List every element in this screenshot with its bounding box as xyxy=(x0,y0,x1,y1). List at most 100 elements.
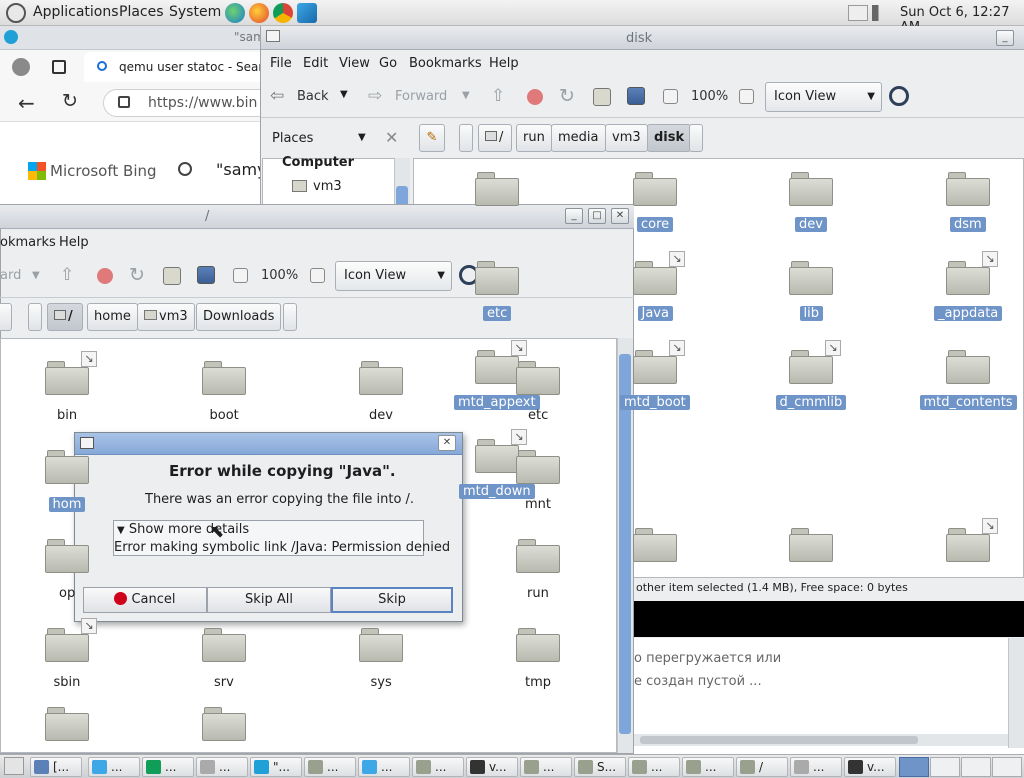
forward-dropdown-icon[interactable]: ▼ xyxy=(32,270,40,281)
skip-all-button[interactable]: Skip All xyxy=(207,587,331,613)
home-icon[interactable] xyxy=(593,88,611,106)
crumb-right-arrow[interactable] xyxy=(283,303,297,331)
disk-item-label[interactable]: dev xyxy=(795,217,827,232)
workspace-pager-4[interactable] xyxy=(992,757,1022,777)
disk-item-label[interactable]: etc xyxy=(483,306,512,321)
crumb-root[interactable]: / xyxy=(478,124,512,152)
computer-icon[interactable] xyxy=(197,266,215,284)
reload-icon[interactable]: ↻ xyxy=(559,85,575,107)
forward-button[interactable]: ard xyxy=(0,268,21,283)
disk-item-extra-1-folder-icon[interactable] xyxy=(789,528,833,562)
minimize-button[interactable]: _ xyxy=(996,30,1014,46)
root-item-6-folder-icon[interactable] xyxy=(45,539,89,573)
system-menu[interactable]: System xyxy=(169,4,221,20)
back-arrow-icon[interactable]: ⇦ xyxy=(270,86,284,106)
taskbar-task[interactable]: / xyxy=(736,757,788,777)
firefox-launcher-icon[interactable] xyxy=(249,3,269,23)
root-item-11-folder-icon[interactable] xyxy=(516,628,560,662)
computer-icon[interactable] xyxy=(627,87,645,105)
workspace-pager-2[interactable] xyxy=(930,757,960,777)
root-item-label[interactable]: etc xyxy=(528,408,548,423)
reload-icon[interactable]: ↻ xyxy=(129,264,145,286)
places-dropdown-icon[interactable]: ▼ xyxy=(358,132,366,143)
disk-item-4-folder-icon[interactable] xyxy=(475,261,519,295)
crumb-vm3[interactable]: vm3 xyxy=(605,124,648,152)
back-arrow-icon[interactable]: ← xyxy=(18,91,35,115)
root-item-label[interactable]: run xyxy=(527,586,549,601)
root-item-label[interactable]: srv xyxy=(214,675,234,690)
disk-item-label[interactable]: _appdata xyxy=(934,306,1003,321)
zoom-in-icon[interactable] xyxy=(310,268,325,283)
taskbar-task[interactable]: ... xyxy=(520,757,572,777)
skip-button[interactable]: Skip xyxy=(331,587,453,613)
root-item-5-folder-icon[interactable] xyxy=(516,450,560,484)
taskbar-task[interactable]: "... xyxy=(250,757,302,777)
maximize-button[interactable]: □ xyxy=(588,208,606,224)
disk-item-label[interactable]: mtd_down xyxy=(459,484,535,499)
menu-file[interactable]: File xyxy=(270,56,292,71)
disk-item-6-folder-icon[interactable] xyxy=(789,261,833,295)
taskbar-task[interactable]: ... xyxy=(682,757,734,777)
taskbar-task[interactable]: ... xyxy=(88,757,140,777)
minimize-button[interactable]: _ xyxy=(565,208,583,224)
back-dropdown-icon[interactable]: ▼ xyxy=(340,89,348,100)
crumb-disk[interactable]: disk xyxy=(647,124,692,152)
crumb-root[interactable]: / xyxy=(47,303,83,331)
places-label[interactable]: Places xyxy=(272,131,313,146)
forward-button[interactable]: Forward xyxy=(395,89,447,104)
root-item-1-folder-icon[interactable] xyxy=(202,361,246,395)
places-menu[interactable]: Places xyxy=(119,4,164,20)
up-arrow-icon[interactable]: ⇧ xyxy=(60,265,74,285)
crumb-media[interactable]: media xyxy=(551,124,606,152)
background-hscroll-thumb[interactable] xyxy=(640,736,918,744)
crumb-left-arrow[interactable] xyxy=(28,303,42,331)
root-item-label[interactable]: mnt xyxy=(525,497,551,512)
root-item-9-folder-icon[interactable] xyxy=(202,628,246,662)
menu-help[interactable]: Help xyxy=(489,56,519,71)
forward-arrow-icon[interactable]: ⇨ xyxy=(368,86,382,106)
taskbar-task[interactable]: ... xyxy=(412,757,464,777)
distro-logo-icon[interactable] xyxy=(6,3,26,23)
crumb-run[interactable]: run xyxy=(516,124,552,152)
disk-item-label[interactable]: Java xyxy=(637,306,673,321)
sidebar-item-vm3[interactable]: vm3 xyxy=(313,179,342,194)
show-desktop-icon[interactable] xyxy=(4,757,24,775)
back-button[interactable]: Back xyxy=(297,89,329,104)
root-item-label[interactable]: bin xyxy=(57,408,77,423)
profile-icon[interactable] xyxy=(12,58,30,76)
taskbar-task[interactable]: ... xyxy=(304,757,356,777)
stop-icon[interactable] xyxy=(527,89,543,105)
workspace-pager[interactable] xyxy=(899,757,929,777)
menu-edit[interactable]: Edit xyxy=(303,56,328,71)
menu-bookmarks[interactable]: Bookmarks xyxy=(409,56,482,71)
close-sidebar-icon[interactable]: ✕ xyxy=(385,128,398,147)
disk-item-label[interactable]: mtd_boot xyxy=(620,395,690,410)
root-item-10-folder-icon[interactable] xyxy=(359,628,403,662)
edit-location-button[interactable] xyxy=(0,303,12,331)
edit-location-button[interactable]: ✎ xyxy=(419,124,445,152)
chrome-dev-launcher-icon[interactable] xyxy=(273,3,293,23)
taskbar-task[interactable]: ... xyxy=(196,757,248,777)
root-item-4-folder-icon[interactable] xyxy=(45,450,89,484)
details-expander[interactable]: ▼ Show more details xyxy=(117,522,249,537)
stop-icon[interactable] xyxy=(97,268,113,284)
root-item-label[interactable]: tmp xyxy=(525,675,551,690)
workspace-pager-3[interactable] xyxy=(961,757,991,777)
root-item-label[interactable]: sbin xyxy=(54,675,81,690)
taskbar-task[interactable]: ... xyxy=(790,757,842,777)
menu-help[interactable]: Help xyxy=(59,235,89,250)
window-menu-icon[interactable] xyxy=(266,30,280,42)
address-text[interactable]: https://www.bin xyxy=(148,95,260,111)
tab-actions-icon[interactable] xyxy=(52,60,66,74)
volume-icon[interactable] xyxy=(872,5,888,21)
root-item-label[interactable]: hom xyxy=(48,497,86,512)
menu-view[interactable]: View xyxy=(339,56,370,71)
view-mode-select[interactable]: Icon View ▼ xyxy=(765,82,882,112)
root-item-3-folder-icon[interactable] xyxy=(516,361,560,395)
root-item-extra-0-folder-icon[interactable] xyxy=(45,707,89,741)
crumb-vm3[interactable]: vm3 xyxy=(137,303,195,331)
vscode-launcher-icon[interactable] xyxy=(297,3,317,23)
disk-item-label[interactable]: d_cmmlib xyxy=(775,395,847,410)
disk-item-label[interactable]: dsm xyxy=(950,217,986,232)
disk-item-1-folder-icon[interactable] xyxy=(633,172,677,206)
